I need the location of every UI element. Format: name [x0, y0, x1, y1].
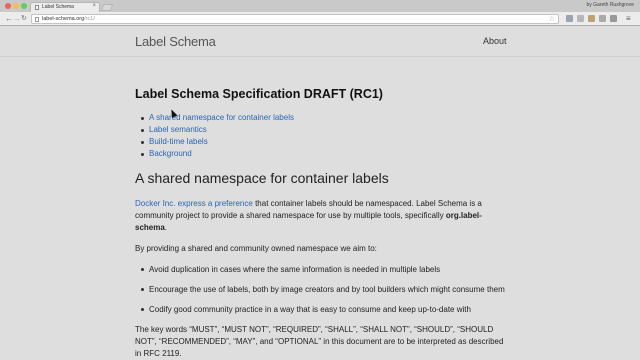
browser-tab-bar: Label Schema × by Gareth Rushgrove — [0, 0, 640, 12]
toc-link-label-semantics[interactable]: Label semantics — [149, 125, 207, 134]
reload-icon[interactable]: ↻ — [21, 13, 27, 25]
site-header: Label Schema About — [0, 27, 640, 57]
rfc-paragraph: The key words “MUST”, “MUST NOT”, “REQUI… — [135, 325, 504, 358]
extension-icon[interactable] — [588, 15, 595, 22]
list-item: Avoid duplication in cases where the sam… — [141, 264, 505, 275]
address-bar[interactable]: label-schema.org/rc1/ ☆ — [31, 14, 559, 24]
window-close-button[interactable] — [5, 3, 11, 9]
window-minimize-button[interactable] — [13, 3, 19, 9]
extension-icon[interactable] — [610, 15, 617, 22]
aims-list: Avoid duplication in cases where the sam… — [141, 264, 505, 315]
page-info-icon[interactable] — [35, 17, 39, 22]
tab-close-icon[interactable]: × — [92, 3, 96, 9]
toc-item: Background — [141, 148, 505, 160]
intro-paragraph: Docker Inc. express a preference that co… — [135, 198, 505, 234]
toc-item: A shared namespace for container labels — [141, 112, 505, 124]
toc-link-background[interactable]: Background — [149, 149, 192, 158]
intro-end: . — [164, 223, 168, 232]
table-of-contents: A shared namespace for container labels … — [141, 112, 505, 160]
tab-title: Label Schema — [42, 4, 74, 10]
new-tab-button[interactable] — [100, 4, 114, 11]
toc-item: Label semantics — [141, 124, 505, 136]
browser-tab[interactable]: Label Schema × — [30, 2, 100, 12]
url-host: label-schema.org — [42, 16, 85, 22]
toc-link-build-time-labels[interactable]: Build-time labels — [149, 137, 208, 146]
url-path: /rc1/ — [84, 16, 95, 22]
page-title: Label Schema Specification DRAFT (RC1) — [135, 87, 383, 101]
main-content: Label Schema Specification DRAFT (RC1) A… — [135, 87, 505, 360]
browser-toolbar: ← → ↻ label-schema.org/rc1/ ☆ ≡ — [0, 12, 640, 26]
toc-item: Build-time labels — [141, 136, 505, 148]
extension-icon[interactable] — [577, 15, 584, 22]
browser-menu-icon[interactable]: ≡ — [626, 13, 631, 25]
bookmark-star-icon[interactable]: ☆ — [549, 15, 555, 24]
site-brand-link[interactable]: Label Schema — [135, 34, 216, 49]
extension-icon[interactable] — [566, 15, 573, 22]
list-item: Codify good community practice in a way … — [141, 304, 505, 315]
url-text[interactable]: label-schema.org/rc1/ — [42, 16, 95, 22]
extension-icon[interactable] — [599, 15, 606, 22]
section-heading: A shared namespace for container labels — [135, 170, 389, 186]
window-maximize-button[interactable] — [21, 3, 27, 9]
list-item: Encourage the use of labels, both by ima… — [141, 284, 505, 295]
page-icon — [35, 5, 39, 10]
web-page: Label Schema About Label Schema Specific… — [0, 27, 640, 360]
aims-paragraph: By providing a shared and community owne… — [135, 244, 377, 253]
docker-preference-link[interactable]: Docker Inc. express a preference — [135, 199, 253, 208]
about-link[interactable]: About — [483, 36, 507, 46]
back-arrow-icon[interactable]: ← — [5, 13, 13, 25]
forward-arrow-icon[interactable]: → — [13, 13, 21, 25]
browser-profile-name[interactable]: by Gareth Rushgrove — [586, 2, 634, 8]
